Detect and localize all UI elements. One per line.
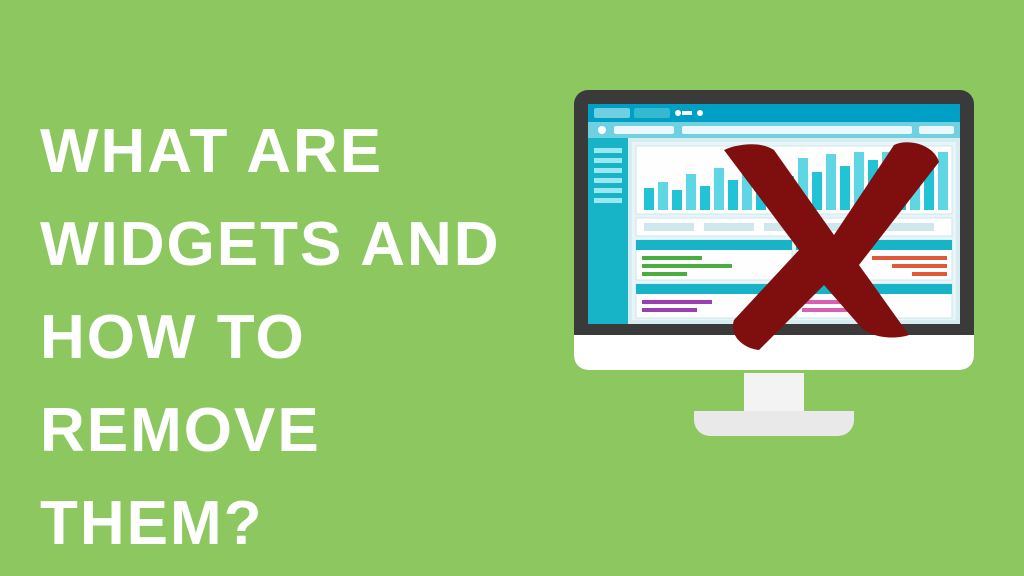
monitor-svg xyxy=(574,90,974,370)
headline-text: What are widgets and how to remove them? xyxy=(40,105,560,570)
monitor-stand xyxy=(574,373,974,436)
monitor-illustration xyxy=(574,90,974,436)
